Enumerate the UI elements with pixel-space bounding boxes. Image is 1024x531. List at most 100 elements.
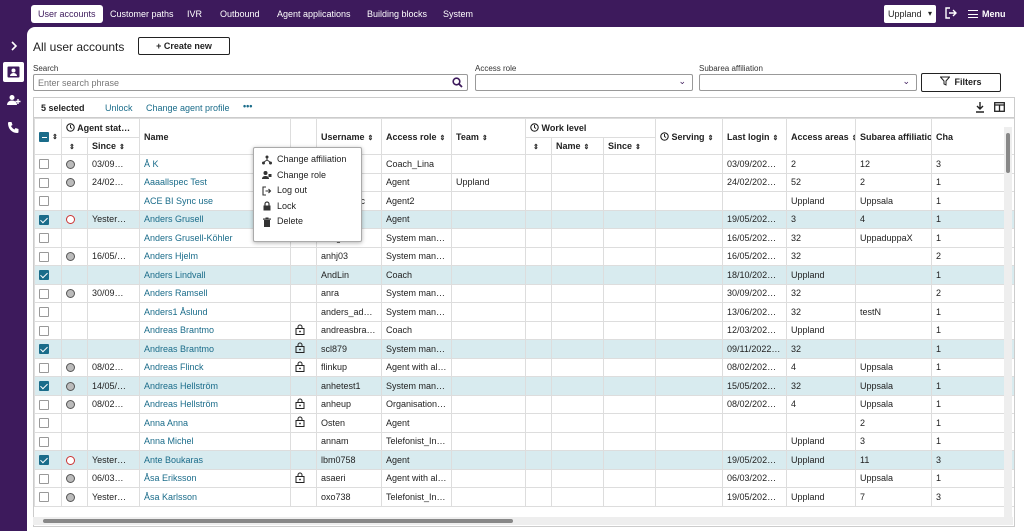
agent-status-sort[interactable]: ⇕ (61, 137, 88, 155)
row-checkbox[interactable] (39, 214, 49, 225)
table-row[interactable]: Yester…Anders GrusellangrAgent19/05/202…… (34, 209, 1014, 229)
row-select-cell[interactable] (34, 394, 62, 414)
add-user-nav-icon[interactable] (3, 90, 24, 110)
row-select-cell[interactable] (34, 376, 62, 396)
tab-system[interactable]: System (436, 5, 480, 23)
export-icon[interactable] (975, 102, 985, 115)
row-checkbox[interactable] (39, 473, 49, 484)
row-select-cell[interactable] (34, 283, 62, 303)
unlock-action[interactable]: Unlock (105, 103, 133, 113)
tab-building-blocks[interactable]: Building blocks (360, 5, 434, 23)
name-cell[interactable]: Åsa Karlsson (139, 487, 291, 507)
search-input[interactable]: Enter search phrase (33, 74, 468, 91)
name-cell[interactable]: Andreas Brantmo (139, 339, 291, 359)
last-login-column-header[interactable]: Last login ⇕ (722, 118, 788, 155)
sort-icon[interactable]: ⇕ (69, 144, 75, 151)
row-checkbox[interactable] (39, 344, 49, 355)
name-cell[interactable]: Åsa Eriksson (139, 468, 291, 488)
user-name-link[interactable]: Ante Boukaras (144, 455, 203, 465)
tab-ivr[interactable]: IVR (180, 5, 209, 23)
user-accounts-nav-icon[interactable] (3, 62, 24, 82)
user-name-link[interactable]: Anders Ramsell (144, 288, 208, 298)
serving-column-header[interactable]: Serving ⇕ (655, 118, 724, 155)
name-cell[interactable]: Anna Michel (139, 431, 291, 451)
name-cell[interactable]: Andreas Hellström (139, 394, 291, 414)
name-cell[interactable]: Anna Anna (139, 413, 291, 433)
row-select-cell[interactable] (34, 191, 62, 211)
tab-user-accounts[interactable]: User accounts (31, 5, 103, 23)
filters-button[interactable]: Filters (921, 73, 1001, 92)
table-row[interactable]: 24/02…Aaaallspec Testtqg2AgentUppland24/… (34, 172, 1014, 192)
more-actions-button[interactable]: ••• (243, 101, 252, 111)
row-checkbox[interactable] (39, 436, 49, 447)
sort-icon[interactable]: ⇕ (119, 144, 125, 151)
menu-item-change-affiliation[interactable]: Change affiliation (254, 152, 361, 168)
table-row[interactable]: Yester… Ante Boukaras lbm0758 Agent 19/05/20… (34, 450, 1014, 470)
row-select-cell[interactable] (34, 487, 62, 507)
row-select-cell[interactable] (34, 357, 62, 377)
menu-item-delete[interactable]: Delete (254, 214, 361, 230)
row-checkbox[interactable] (39, 325, 49, 336)
name-cell[interactable]: Andreas Flinck (139, 357, 291, 377)
row-select-cell[interactable] (34, 450, 62, 470)
access-role-select[interactable]: ⌄ (475, 74, 693, 91)
team-column-header[interactable]: Team ⇕ (451, 118, 526, 155)
row-select-cell[interactable] (34, 172, 62, 192)
change-agent-profile-action[interactable]: Change agent profile (146, 103, 230, 113)
row-checkbox[interactable] (39, 159, 49, 170)
horizontal-scrollbar[interactable] (33, 517, 1013, 525)
search-icon[interactable] (452, 77, 463, 90)
row-select-cell[interactable] (34, 154, 62, 174)
user-name-link[interactable]: Åsa Eriksson (144, 473, 197, 483)
user-name-link[interactable]: Anders1 Åslund (144, 307, 208, 317)
sort-icon[interactable]: ⇕ (635, 144, 641, 151)
table-row[interactable]: Yester… Åsa Karlsson oxo738 Telefonist_In… 1… (34, 487, 1014, 507)
user-name-link[interactable]: Andreas Brantmo (144, 325, 214, 335)
select-all-checkbox[interactable] (39, 131, 49, 142)
name-cell[interactable]: Andreas Hellström (139, 376, 291, 396)
table-row[interactable]: Andreas Brantmo scl879 System man… 09/11/20… (34, 339, 1014, 359)
row-select-cell[interactable] (34, 246, 62, 266)
sort-icon[interactable]: ⇕ (533, 144, 539, 151)
table-row[interactable]: 14/05/… Andreas Hellström anhetest1 System … (34, 376, 1014, 396)
select-all-header[interactable]: ⇕ (34, 118, 62, 155)
table-row[interactable]: Anders1 Åslund anders_ad… System man… 13/06… (34, 302, 1014, 322)
logout-icon[interactable] (944, 6, 958, 20)
main-menu-button[interactable]: Menu (968, 5, 1006, 23)
phone-settings-nav-icon[interactable] (3, 117, 24, 137)
row-checkbox[interactable] (39, 251, 49, 262)
row-checkbox[interactable] (39, 492, 49, 503)
row-select-cell[interactable] (34, 468, 62, 488)
row-checkbox[interactable] (39, 381, 49, 392)
row-select-cell[interactable] (34, 413, 62, 433)
table-row[interactable]: 16/05/… Anders Hjelm anhj03 System man… 16/0… (34, 246, 1014, 266)
work-level-since-header[interactable]: Since ⇕ (602, 137, 657, 155)
user-name-link[interactable]: Andreas Flinck (144, 362, 204, 372)
table-row[interactable]: 06/03… Åsa Eriksson asaeri Agent with al… 06… (34, 468, 1014, 488)
sort-icon[interactable]: ⇕ (482, 135, 488, 142)
row-checkbox[interactable] (39, 177, 49, 188)
subarea-affiliation-column-header[interactable]: Subarea affiliation ⇕ (855, 118, 933, 155)
table-row[interactable]: Anders Lindvall AndLin Coach 18/10/202… Uppl… (34, 265, 1014, 285)
sort-icon[interactable]: ⇕ (773, 135, 779, 142)
user-name-link[interactable]: Anna Anna (144, 418, 188, 428)
user-name-link[interactable]: Anders Grusell-Köhler (144, 233, 233, 243)
row-checkbox[interactable] (39, 196, 49, 207)
menu-item-lock[interactable]: Lock (254, 199, 361, 215)
row-select-cell[interactable] (34, 302, 62, 322)
user-name-link[interactable]: Anders Lindvall (144, 270, 206, 280)
menu-item-change-role[interactable]: Change role (254, 168, 361, 184)
table-row[interactable]: 30/09… Anders Ramsell anra System man… 30/09… (34, 283, 1014, 303)
horizontal-scrollbar-thumb[interactable] (43, 519, 513, 523)
table-row[interactable]: Anna Michel annam Telefonist_In… Uppland 3 1 (34, 431, 1014, 451)
sort-icon[interactable]: ⇕ (52, 134, 58, 141)
table-row[interactable]: 08/02… Andreas Flinck flinkup Agent with al… (34, 357, 1014, 377)
sort-icon[interactable]: ⇕ (368, 135, 374, 142)
name-cell[interactable]: Anders Lindvall (139, 265, 291, 285)
tab-customer-paths[interactable]: Customer paths (103, 5, 181, 23)
subarea-affiliation-select[interactable]: ⌄ (699, 74, 917, 91)
tab-agent-applications[interactable]: Agent applications (270, 5, 358, 23)
row-checkbox[interactable] (39, 233, 49, 244)
row-select-cell[interactable] (34, 209, 62, 229)
user-name-link[interactable]: Andreas Hellström (144, 399, 218, 409)
